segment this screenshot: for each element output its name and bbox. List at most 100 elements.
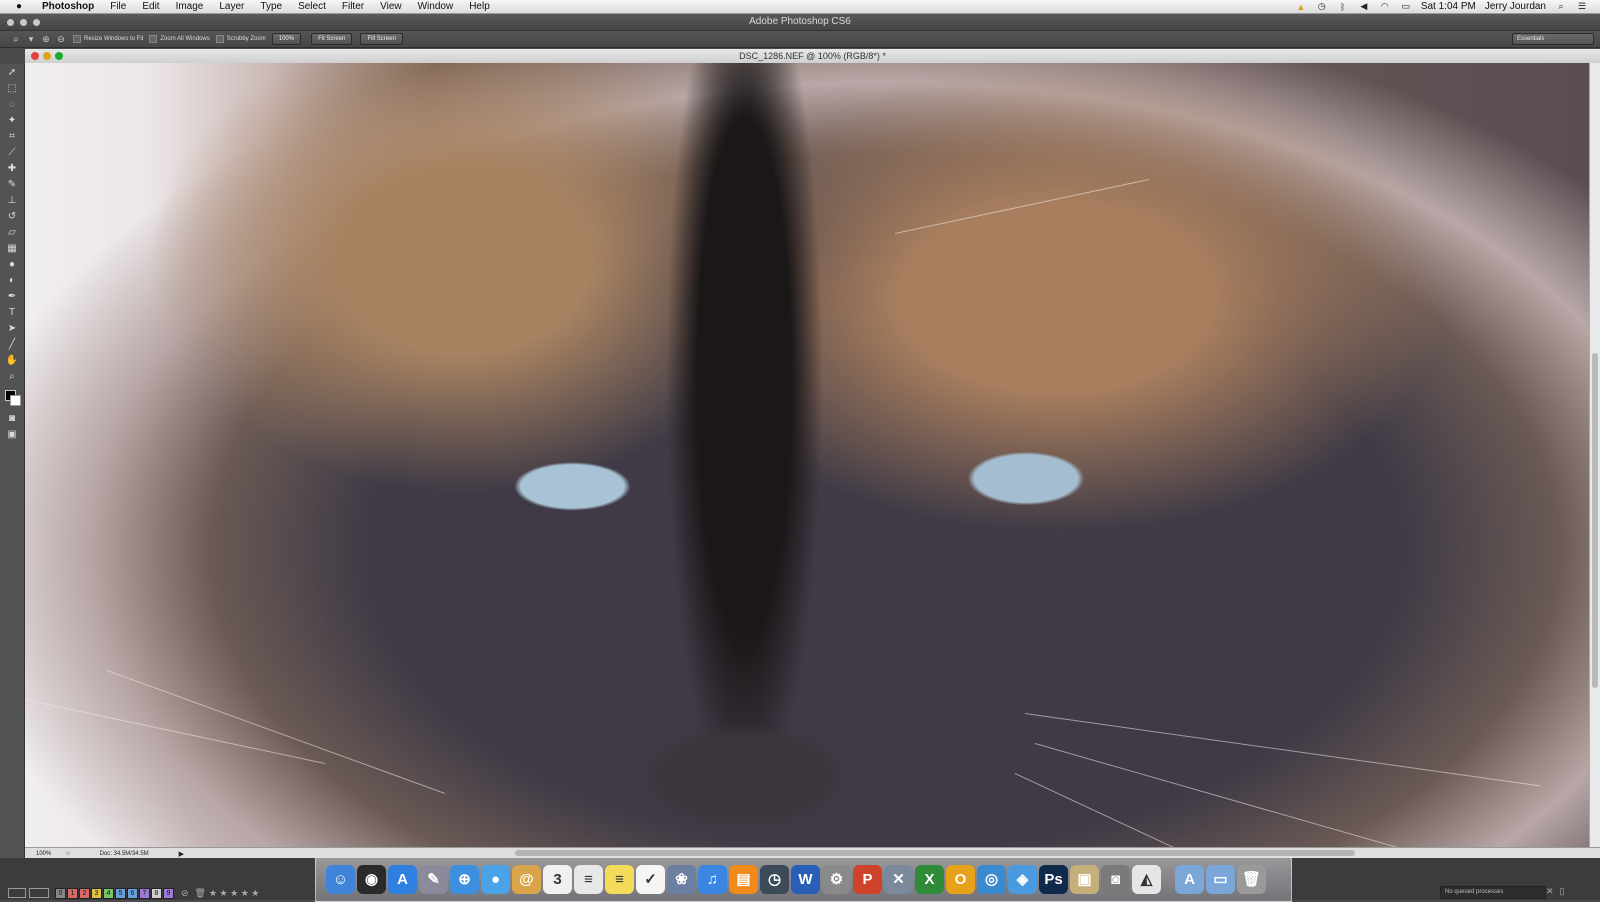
menu-edit[interactable]: Edit	[134, 1, 167, 12]
contacts-icon[interactable]: @	[512, 864, 541, 894]
queue-trash-icon[interactable]: ▯	[1560, 886, 1565, 897]
wifi-icon[interactable]: ◠	[1379, 1, 1391, 12]
type-tool-icon[interactable]: T	[0, 304, 24, 320]
doc-close-button[interactable]	[31, 52, 39, 60]
zoom-all-windows-checkbox[interactable]: Zoom All Windows	[149, 35, 210, 43]
workspace-select[interactable]: Essentials	[1512, 33, 1594, 45]
fit-screen-button[interactable]: Fit Screen	[311, 33, 353, 45]
background-color-swatch[interactable]	[10, 395, 21, 406]
dvd-icon[interactable]: ◙	[1101, 864, 1130, 894]
word-icon[interactable]: W	[791, 864, 820, 894]
zoom-out-icon[interactable]: ⊖	[55, 33, 67, 45]
menu-image[interactable]: Image	[168, 1, 212, 12]
calendar-icon[interactable]: 3	[543, 864, 572, 894]
marquee-tool-icon[interactable]: ⬚	[0, 80, 24, 96]
screenshot-icon[interactable]: ▣	[1070, 864, 1099, 894]
chevron-down-icon[interactable]: ▾	[25, 33, 37, 45]
pen-tool-icon[interactable]: ✒	[0, 288, 24, 304]
label-7[interactable]: 7	[139, 887, 150, 899]
app-zoom-button[interactable]	[33, 19, 40, 26]
excel-icon[interactable]: X	[915, 864, 944, 894]
eraser-tool-icon[interactable]: ▱	[0, 224, 24, 240]
label-5[interactable]: 5	[115, 887, 126, 899]
photoshop-icon[interactable]: Ps	[1039, 864, 1068, 894]
menu-filter[interactable]: Filter	[334, 1, 372, 12]
menu-window[interactable]: Window	[410, 1, 462, 12]
menu-help[interactable]: Help	[461, 1, 498, 12]
zoom-100-button[interactable]: 100%	[271, 33, 302, 45]
label-2[interactable]: 2	[79, 887, 90, 899]
network-icon[interactable]: ◎	[977, 864, 1006, 894]
view-mode-2-icon[interactable]	[29, 888, 49, 898]
line-tool-icon[interactable]: ╱	[0, 336, 24, 352]
app-store-icon[interactable]: A	[388, 864, 417, 894]
path-selection-tool-icon[interactable]: ➤	[0, 320, 24, 336]
bridge-icon[interactable]: ◈	[1008, 864, 1037, 894]
history-brush-tool-icon[interactable]: ↺	[0, 208, 24, 224]
fill-screen-button[interactable]: Fill Screen	[360, 33, 403, 45]
applications-folder-icon[interactable]: A	[1175, 864, 1204, 894]
zoom-tool-icon[interactable]: ⌕	[0, 368, 24, 384]
vertical-scroll-thumb[interactable]	[1592, 353, 1598, 688]
textedit-icon[interactable]: ≡	[574, 864, 603, 894]
image-canvas[interactable]	[25, 63, 1589, 847]
iphoto-icon[interactable]: ❀	[667, 864, 696, 894]
quick-mask-icon[interactable]: ◙	[0, 410, 24, 426]
list-icon[interactable]: ☰	[1576, 1, 1588, 12]
app-close-button[interactable]	[7, 19, 14, 26]
label-1[interactable]: 1	[67, 887, 78, 899]
dodge-tool-icon[interactable]: ◐	[0, 272, 24, 288]
label-6[interactable]: 6	[127, 887, 138, 899]
gradient-tool-icon[interactable]: ▦	[0, 240, 24, 256]
status-info-icon[interactable]: ○	[66, 851, 70, 857]
menu-select[interactable]: Select	[290, 1, 334, 12]
label-9[interactable]: 9	[163, 887, 174, 899]
move-tool-icon[interactable]: ➚	[0, 64, 24, 80]
apple-menu-icon[interactable]: ●	[12, 1, 26, 12]
menu-layer[interactable]: Layer	[211, 1, 252, 12]
messages-icon[interactable]: ●	[481, 864, 510, 894]
hand-tool-icon[interactable]: ✋	[0, 352, 24, 368]
menu-app-name[interactable]: Photoshop	[34, 1, 102, 12]
ibooks-icon[interactable]: ▤	[729, 864, 758, 894]
scrubby-zoom-checkbox[interactable]: Scrubby Zoom	[215, 35, 266, 43]
battery-icon[interactable]: ▭	[1400, 1, 1412, 12]
vertical-scrollbar[interactable]	[1589, 63, 1600, 847]
zoom-icon[interactable]: ⌕	[10, 33, 22, 45]
color-swatches[interactable]	[0, 384, 24, 410]
user-name[interactable]: Jerry Jourdan	[1485, 1, 1546, 12]
screen-mode-icon[interactable]: ▣	[0, 426, 24, 442]
view-mode-icon[interactable]	[8, 888, 26, 898]
clock[interactable]: Sat 1:04 PM	[1421, 1, 1476, 12]
lasso-tool-icon[interactable]: ◌	[0, 96, 24, 112]
doc-zoom-button[interactable]	[55, 52, 63, 60]
reminders-icon[interactable]: ✓	[636, 864, 665, 894]
time-machine-icon[interactable]: ◷	[1316, 1, 1328, 12]
menu-type[interactable]: Type	[252, 1, 290, 12]
utility-icon[interactable]: ✕	[884, 864, 913, 894]
healing-brush-tool-icon[interactable]: ✚	[0, 160, 24, 176]
crop-tool-icon[interactable]: ⌗	[0, 128, 24, 144]
notification-icon[interactable]: ▲	[1295, 2, 1307, 12]
label-0[interactable]: 0	[55, 887, 66, 899]
preview-icon[interactable]: ✎	[419, 864, 448, 894]
aperture-icon[interactable]: ◭	[1132, 864, 1161, 894]
spotlight-icon[interactable]: ⌕	[1555, 1, 1567, 12]
notes-icon[interactable]: ≡	[605, 864, 634, 894]
blur-tool-icon[interactable]: ●	[0, 256, 24, 272]
finder-icon[interactable]: ☺	[326, 864, 355, 894]
no-rating-icon[interactable]: ⊘	[181, 888, 189, 899]
documents-folder-icon[interactable]: ▭	[1206, 864, 1235, 894]
bluetooth-icon[interactable]: ᛒ	[1337, 2, 1349, 12]
system-prefs-icon[interactable]: ⚙	[822, 864, 851, 894]
time-machine-icon[interactable]: ◷	[760, 864, 789, 894]
volume-icon[interactable]: ◀	[1358, 1, 1370, 12]
clone-stamp-tool-icon[interactable]: ⊥	[0, 192, 24, 208]
eyedropper-tool-icon[interactable]: ⟋	[0, 144, 24, 160]
powerpoint-icon[interactable]: P	[853, 864, 882, 894]
star-rating[interactable]: ★ ★ ★ ★ ★	[209, 888, 259, 899]
menu-view[interactable]: View	[372, 1, 410, 12]
zoom-in-icon[interactable]: ⊕	[40, 33, 52, 45]
doc-minimize-button[interactable]	[43, 52, 51, 60]
label-4[interactable]: 4	[103, 887, 114, 899]
